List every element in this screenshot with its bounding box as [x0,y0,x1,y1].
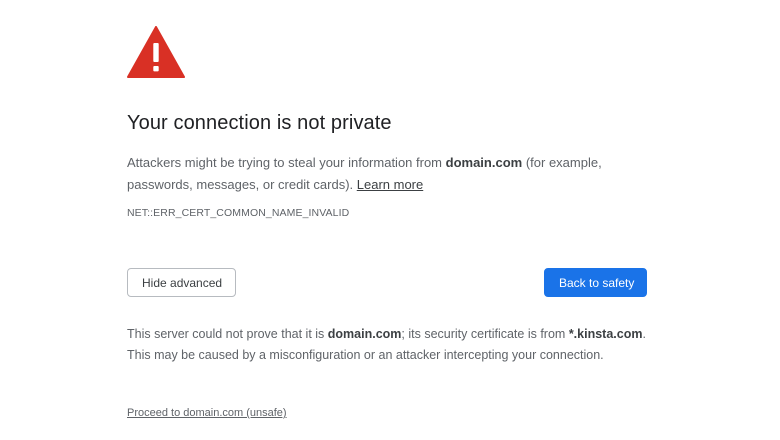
back-to-safety-button[interactable]: Back to safety [544,268,647,297]
advanced-details: This server could not prove that it is d… [127,324,649,366]
main-explanation: Attackers might be trying to steal your … [127,152,649,196]
details-domain: domain.com [327,327,402,341]
learn-more-link[interactable]: Learn more [357,177,423,192]
explanation-domain: domain.com [445,155,523,170]
hide-advanced-button[interactable]: Hide advanced [127,268,236,297]
details-part1: This server could not prove that it is [127,327,328,341]
page-title: Your connection is not private [127,112,392,134]
details-part2: ; its security certificate is from [401,327,569,341]
explanation-prefix: Attackers might be trying to steal your … [127,155,446,170]
proceed-unsafe-link[interactable]: Proceed to domain.com (unsafe) [127,407,287,419]
warning-triangle-icon [127,26,185,78]
error-code: NET::ERR_CERT_COMMON_NAME_INVALID [127,207,350,219]
details-cert-domain: *.kinsta.com [568,327,643,341]
